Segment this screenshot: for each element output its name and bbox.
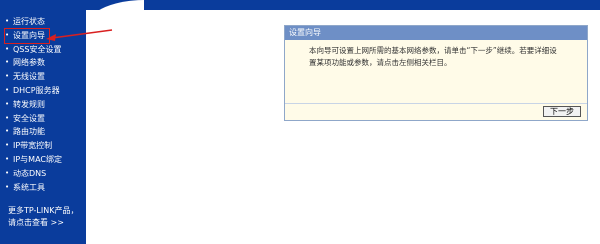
next-button[interactable]: 下一步 xyxy=(543,106,581,117)
panel-footer: 下一步 xyxy=(285,103,587,120)
panel-title: 设置向导 xyxy=(285,26,587,40)
description-line1: 本向导可设置上网所需的基本网络参数，请单击“下一步”继续。若要详细设 xyxy=(309,46,557,55)
panel-description: 本向导可设置上网所需的基本网络参数，请单击“下一步”继续。若要详细设 置某项功能… xyxy=(285,40,587,69)
setup-wizard-panel: 设置向导 本向导可设置上网所需的基本网络参数，请单击“下一步”继续。若要详细设 … xyxy=(284,25,588,121)
description-line2: 置某项功能或参数，请点击左侧相关栏目。 xyxy=(309,58,452,67)
